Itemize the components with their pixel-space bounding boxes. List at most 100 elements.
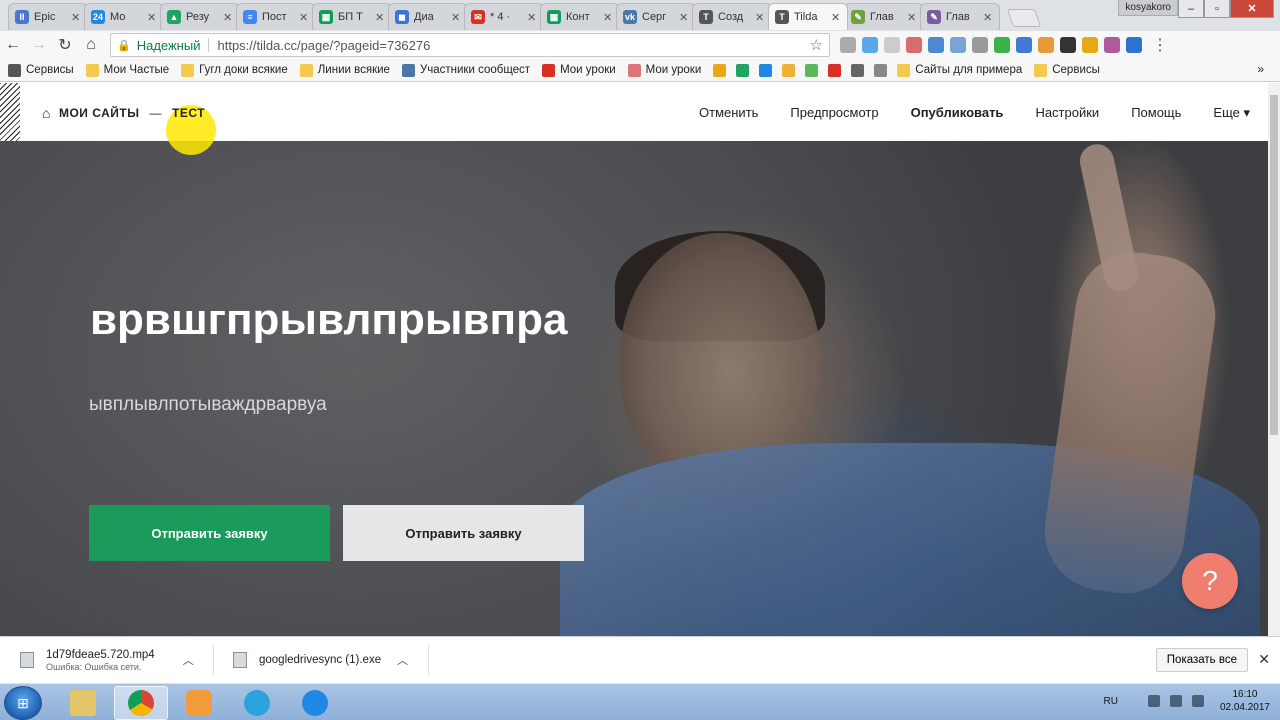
reload-button[interactable]: ↻ <box>52 32 78 58</box>
bookmark-icon[interactable] <box>759 63 773 77</box>
back-button[interactable]: ← <box>0 32 26 58</box>
browser-tab[interactable]: ≡ Пост ✕ <box>236 3 316 30</box>
browser-tab[interactable]: T Созд ✕ <box>692 3 772 30</box>
extension-icon[interactable] <box>1038 37 1054 53</box>
extension-icon[interactable] <box>1104 37 1120 53</box>
bookmark-icon[interactable] <box>874 63 888 77</box>
extension-icon[interactable] <box>1060 37 1076 53</box>
close-tab-icon[interactable]: ✕ <box>603 11 613 24</box>
publish-button[interactable]: Опубликовать <box>911 105 1004 121</box>
profile-button[interactable]: kosyakoro <box>1118 0 1178 16</box>
bookmark-icon[interactable] <box>713 63 727 77</box>
preview-button[interactable]: Предпросмотр <box>790 105 878 121</box>
breadcrumb-my-sites[interactable]: МОИ САЙТЫ <box>59 106 140 120</box>
bookmark-item[interactable]: Участники сообщест <box>401 63 530 77</box>
bookmark-item[interactable]: Мои уроки <box>627 63 701 77</box>
show-all-downloads-button[interactable]: Показать все <box>1155 648 1248 672</box>
bookmark-item[interactable]: Мои Частые <box>85 63 169 77</box>
bookmark-icon[interactable] <box>851 63 865 77</box>
start-button[interactable]: ⊞ <box>4 686 42 720</box>
close-tab-icon[interactable]: ✕ <box>147 11 157 24</box>
close-tab-icon[interactable]: ✕ <box>451 11 461 24</box>
browser-tab[interactable]: ▲ Резу ✕ <box>160 3 240 30</box>
close-tab-icon[interactable]: ✕ <box>907 11 917 24</box>
tray-icon[interactable] <box>1147 695 1160 707</box>
help-question-icon[interactable]: ? <box>1182 553 1238 609</box>
chevron-up-icon[interactable]: ︿ <box>397 652 408 668</box>
clock[interactable]: 16:10 02.04.2017 <box>1220 688 1270 714</box>
browser-tab[interactable]: ✎ Глав ✕ <box>844 3 924 30</box>
submit-request-button-secondary[interactable]: Отправить заявку <box>343 505 584 561</box>
extension-icon[interactable] <box>1016 37 1032 53</box>
browser-tab[interactable]: ✉ * 4 · ✕ <box>464 3 544 30</box>
close-window-button[interactable]: ✕ <box>1230 0 1274 18</box>
new-tab-button[interactable] <box>1006 9 1042 27</box>
network-icon[interactable] <box>1169 695 1182 707</box>
taskbar-telegram[interactable] <box>230 686 284 720</box>
browser-tab[interactable]: T Tilda ✕ <box>768 3 848 30</box>
close-tab-icon[interactable]: ✕ <box>831 11 841 24</box>
browser-menu-icon[interactable]: ⋮ <box>1152 35 1168 55</box>
close-tab-icon[interactable]: ✕ <box>679 11 689 24</box>
extension-icon[interactable] <box>950 37 966 53</box>
bookmark-item[interactable]: Сервисы <box>1034 63 1100 77</box>
help-link[interactable]: Помощь <box>1131 105 1181 121</box>
bookmarks-overflow-icon[interactable]: » <box>1257 62 1264 76</box>
taskbar-24[interactable] <box>288 686 342 720</box>
extension-icon[interactable] <box>972 37 988 53</box>
bookmark-item[interactable]: Гугл доки всякие <box>181 63 288 77</box>
page-scrollbar[interactable] <box>1268 83 1280 636</box>
submit-request-button-primary[interactable]: Отправить заявку <box>89 505 330 561</box>
bookmark-star-icon[interactable]: ☆ <box>810 36 823 54</box>
extension-icon[interactable] <box>884 37 900 53</box>
download-item[interactable]: googledrivesync (1).exe ︿ <box>233 643 408 677</box>
close-tab-icon[interactable]: ✕ <box>299 11 309 24</box>
browser-tab[interactable]: ▦ Конт ✕ <box>540 3 620 30</box>
home-button[interactable]: ⌂ <box>78 32 104 58</box>
download-item[interactable]: 1d79fdeae5.720.mp4 Ошибка: Ошибка сети. … <box>20 643 194 677</box>
volume-icon[interactable] <box>1191 695 1204 707</box>
taskbar-uc-browser[interactable] <box>172 686 226 720</box>
hero-subtitle[interactable]: ывплывлпотываждрварвуа <box>89 394 327 416</box>
minimize-button[interactable]: – <box>1178 0 1204 18</box>
extension-icon[interactable] <box>862 37 878 53</box>
browser-tab[interactable]: 24 Мо ✕ <box>84 3 164 30</box>
extension-icon[interactable] <box>928 37 944 53</box>
bookmark-icon[interactable] <box>828 63 842 77</box>
extension-icon[interactable] <box>1082 37 1098 53</box>
scrollbar-thumb[interactable] <box>1270 95 1278 435</box>
browser-tab[interactable]: ◼ Диа ✕ <box>388 3 468 30</box>
bookmark-item[interactable]: Сайты для примера <box>897 63 1022 77</box>
breadcrumb-page[interactable]: ТЕСТ <box>172 106 205 120</box>
chevron-up-icon[interactable]: ︿ <box>183 652 194 668</box>
bookmark-icon[interactable] <box>805 63 819 77</box>
more-menu[interactable]: Еще ▾ <box>1213 105 1250 121</box>
url-text[interactable]: https://tilda.cc/page/?pageid=736276 <box>217 38 809 53</box>
bookmark-item[interactable]: Сервисы <box>8 63 74 77</box>
extension-icon[interactable] <box>840 37 856 53</box>
hero-title[interactable]: врвшгпрывлпрывпра <box>90 295 567 345</box>
close-tab-icon[interactable]: ✕ <box>375 11 385 24</box>
settings-button[interactable]: Настройки <box>1035 105 1099 121</box>
address-bar[interactable]: 🔒 Надежный https://tilda.cc/page/?pageid… <box>110 33 830 57</box>
browser-tab[interactable]: ✎ Глав ✕ <box>920 3 1000 30</box>
taskbar-chrome[interactable] <box>114 686 168 720</box>
close-tab-icon[interactable]: ✕ <box>71 11 81 24</box>
close-tab-icon[interactable]: ✕ <box>527 11 537 24</box>
browser-tab[interactable]: vk Серг ✕ <box>616 3 696 30</box>
close-tab-icon[interactable]: ✕ <box>983 11 993 24</box>
bookmark-icon[interactable] <box>782 63 796 77</box>
extension-icon[interactable] <box>1126 37 1142 53</box>
taskbar-explorer[interactable] <box>56 686 110 720</box>
close-tab-icon[interactable]: ✕ <box>755 11 765 24</box>
bookmark-item[interactable]: Линии всякие <box>299 63 390 77</box>
maximize-button[interactable]: ▫ <box>1204 0 1230 18</box>
browser-tab[interactable]: II Epic ✕ <box>8 3 88 30</box>
bookmark-item[interactable]: Мои уроки <box>542 63 616 77</box>
home-icon[interactable]: ⌂ <box>42 105 51 121</box>
cancel-button[interactable]: Отменить <box>699 105 758 121</box>
language-indicator[interactable]: RU <box>1103 696 1117 707</box>
forward-button[interactable]: → <box>26 32 52 58</box>
bookmark-icon[interactable] <box>736 63 750 77</box>
close-icon[interactable]: ✕ <box>1258 651 1270 668</box>
